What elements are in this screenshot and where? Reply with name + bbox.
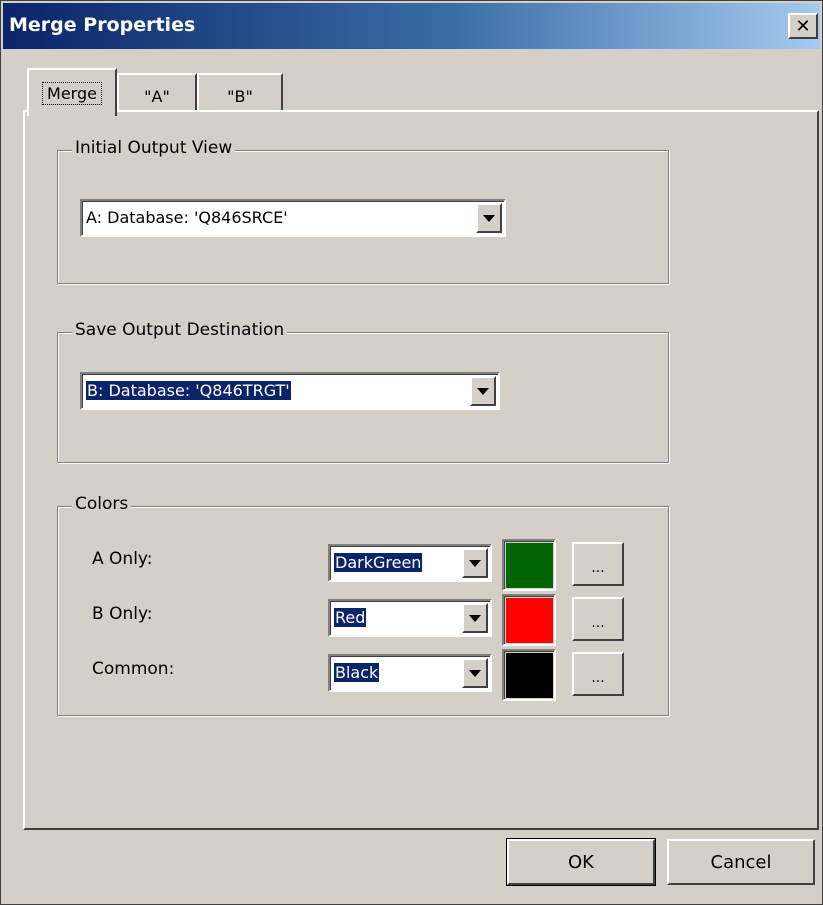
cancel-button[interactable]: Cancel (667, 839, 815, 885)
a-only-swatch-fill (506, 543, 553, 588)
close-icon: ✕ (795, 15, 811, 37)
colors-legend: Colors (72, 494, 132, 514)
common-browse-label: ... (591, 670, 605, 686)
tab-merge[interactable]: Merge (27, 68, 117, 116)
b-only-color-swatch (502, 594, 556, 646)
save-output-destination-value: B: Database: 'Q846TRGT' (86, 381, 291, 400)
a-only-color-combo[interactable]: DarkGreen (328, 544, 492, 582)
b-only-label: B Only: (92, 604, 153, 624)
title-bar[interactable]: Merge Properties ✕ (3, 3, 820, 49)
initial-output-view-legend: Initial Output View (72, 138, 236, 158)
initial-output-view-group: Initial Output View A: Database: 'Q846SR… (57, 138, 669, 284)
a-only-browse-button[interactable]: ... (572, 542, 624, 586)
chevron-down-icon (483, 214, 495, 222)
save-output-destination-group: Save Output Destination B: Database: 'Q8… (57, 320, 669, 463)
b-only-browse-label: ... (591, 615, 605, 631)
common-color-value: Black (334, 663, 380, 682)
initial-output-view-dropdown-button[interactable] (476, 203, 502, 233)
window-title: Merge Properties (9, 14, 196, 36)
a-only-browse-label: ... (591, 560, 605, 576)
common-color-swatch (502, 649, 556, 701)
a-only-label: A Only: (92, 549, 153, 569)
a-only-color-swatch (502, 539, 556, 591)
b-only-dropdown-button[interactable] (462, 603, 488, 633)
ok-button-label: OK (568, 851, 594, 873)
save-output-destination-legend: Save Output Destination (72, 320, 288, 340)
b-only-color-value: Red (334, 608, 367, 627)
a-only-color-value: DarkGreen (334, 553, 423, 572)
b-only-swatch-fill (506, 598, 553, 643)
a-only-dropdown-button[interactable] (462, 548, 488, 578)
colors-group: Colors A Only: DarkGreen ... B Only: Red (57, 494, 669, 716)
initial-output-view-value: A: Database: 'Q846SRCE' (86, 208, 288, 227)
chevron-down-icon (469, 559, 481, 567)
initial-output-view-combo[interactable]: A: Database: 'Q846SRCE' (80, 199, 506, 237)
tab-b-label: "B" (227, 86, 253, 106)
common-color-combo[interactable]: Black (328, 654, 492, 692)
b-only-color-combo[interactable]: Red (328, 599, 492, 637)
ok-button[interactable]: OK (506, 838, 656, 886)
chevron-down-icon (469, 669, 481, 677)
merge-tab-panel: Initial Output View A: Database: 'Q846SR… (23, 110, 819, 830)
merge-properties-dialog: Merge Properties ✕ Merge "A" "B" Initial… (0, 0, 823, 905)
chevron-down-icon (477, 387, 489, 395)
save-output-destination-dropdown-button[interactable] (470, 376, 496, 406)
common-browse-button[interactable]: ... (572, 652, 624, 696)
save-output-destination-combo[interactable]: B: Database: 'Q846TRGT' (80, 372, 500, 410)
b-only-browse-button[interactable]: ... (572, 597, 624, 641)
cancel-button-label: Cancel (710, 851, 772, 873)
common-dropdown-button[interactable] (462, 658, 488, 688)
chevron-down-icon (469, 614, 481, 622)
tab-a-label: "A" (144, 86, 170, 106)
tab-merge-label: Merge (42, 81, 102, 105)
common-label: Common: (92, 659, 175, 679)
close-button[interactable]: ✕ (788, 13, 818, 39)
common-swatch-fill (506, 653, 553, 698)
